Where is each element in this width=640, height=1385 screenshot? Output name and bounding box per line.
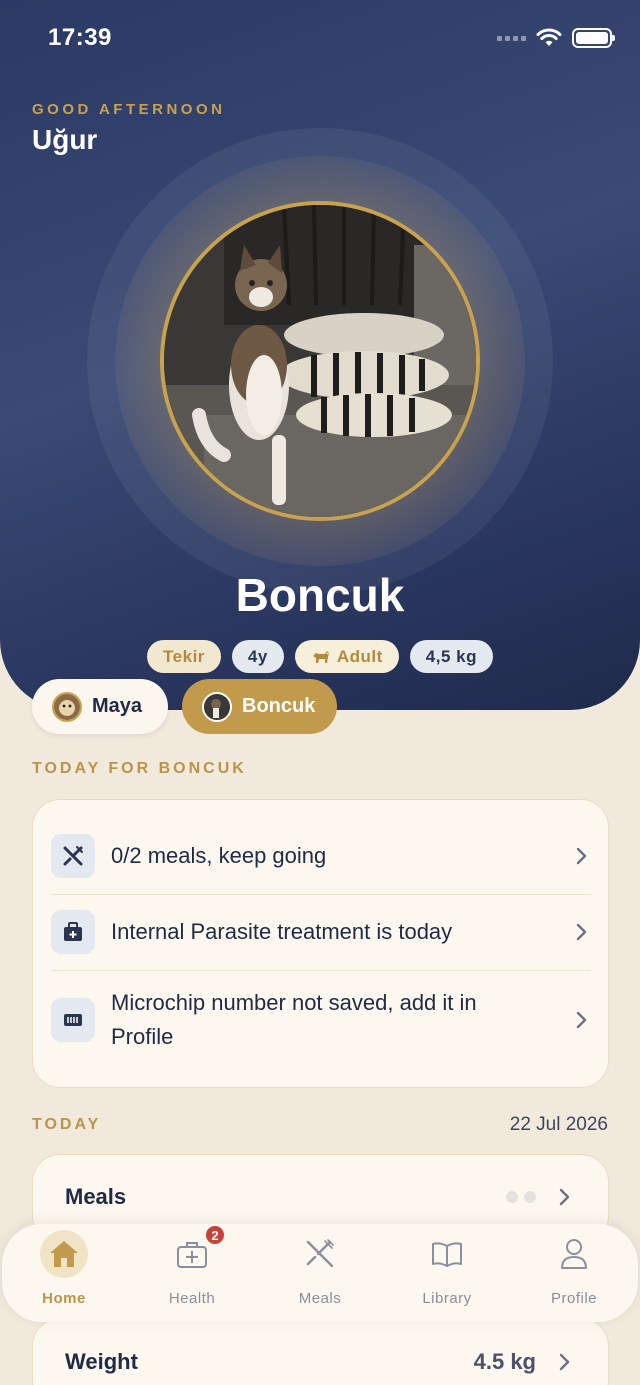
medical-kit-icon	[51, 910, 95, 954]
divider	[51, 970, 591, 971]
tab-library[interactable]: Library	[387, 1224, 507, 1322]
weight-card[interactable]: Weight 4.5 kg	[32, 1318, 609, 1385]
section-title-today: TODAY	[32, 1116, 102, 1133]
status-time: 17:39	[48, 24, 112, 51]
weight-value: 4.5 kg	[473, 1349, 536, 1374]
greeting: GOOD AFTERNOON	[32, 101, 226, 118]
today-date: 22 Jul 2026	[509, 1114, 608, 1135]
list-item-treatment[interactable]: Internal Parasite treatment is today	[51, 910, 591, 954]
meals-card-title: Meals	[65, 1184, 127, 1209]
pet-switch-maya[interactable]: Maya	[32, 679, 168, 734]
cat-photo-illustration	[164, 205, 476, 517]
tab-home[interactable]: Home	[4, 1224, 124, 1322]
meals-icon	[296, 1230, 344, 1278]
chevron-right-icon	[559, 1353, 570, 1371]
microchip-icon	[51, 998, 95, 1042]
weight-card-title: Weight	[65, 1349, 138, 1374]
chevron-right-icon	[576, 923, 587, 941]
list-item-meals[interactable]: 0/2 meals, keep going	[51, 834, 591, 878]
section-title-today-for: TODAY FOR BONCUK	[32, 760, 247, 777]
chevron-right-icon	[559, 1188, 570, 1206]
chevron-right-icon	[576, 847, 587, 865]
tab-health[interactable]: 2 Health	[132, 1224, 252, 1322]
pet-switch-label: Maya	[92, 695, 143, 717]
person-icon	[550, 1230, 598, 1278]
today-for-card: 0/2 meals, keep going Internal Parasite …	[32, 799, 609, 1088]
tag-weight: 4,5 kg	[409, 640, 493, 673]
utensils-icon	[51, 834, 95, 878]
user-name: Uğur	[32, 124, 98, 155]
chevron-right-icon	[576, 1011, 587, 1029]
pet-name: Boncuk	[235, 569, 405, 621]
hero-header: 17:39 GOOD AFTERNOON Uğur Boncuk Tekir 4…	[0, 0, 640, 710]
book-icon	[423, 1230, 471, 1278]
list-item-microchip[interactable]: Microchip number not saved, add it in Pr…	[51, 986, 591, 1054]
divider	[51, 894, 591, 895]
cellular-signal-icon	[497, 35, 526, 41]
pet-photo[interactable]	[160, 201, 480, 521]
dog-icon	[312, 650, 329, 663]
tag-age: 4y	[231, 640, 284, 673]
wifi-icon	[536, 28, 562, 46]
avatar	[202, 691, 232, 722]
pet-switch-label: Boncuk	[242, 695, 316, 717]
tab-profile[interactable]: Profile	[514, 1224, 634, 1322]
status-icons	[497, 28, 615, 48]
tag-breed: Tekir	[147, 640, 221, 673]
avatar	[52, 691, 82, 722]
home-icon	[40, 1230, 88, 1278]
notification-badge: 2	[204, 1224, 226, 1246]
meal-progress-dots	[506, 1191, 536, 1203]
pet-tags: Tekir 4y Adult 4,5 kg	[0, 640, 640, 673]
tab-bar: Home 2 Health Meals Library Profile	[2, 1224, 638, 1322]
battery-icon	[572, 28, 615, 48]
pet-switch-boncuk[interactable]: Boncuk	[182, 679, 337, 734]
tag-life-stage: Adult	[294, 640, 399, 673]
tab-meals[interactable]: Meals	[260, 1224, 380, 1322]
